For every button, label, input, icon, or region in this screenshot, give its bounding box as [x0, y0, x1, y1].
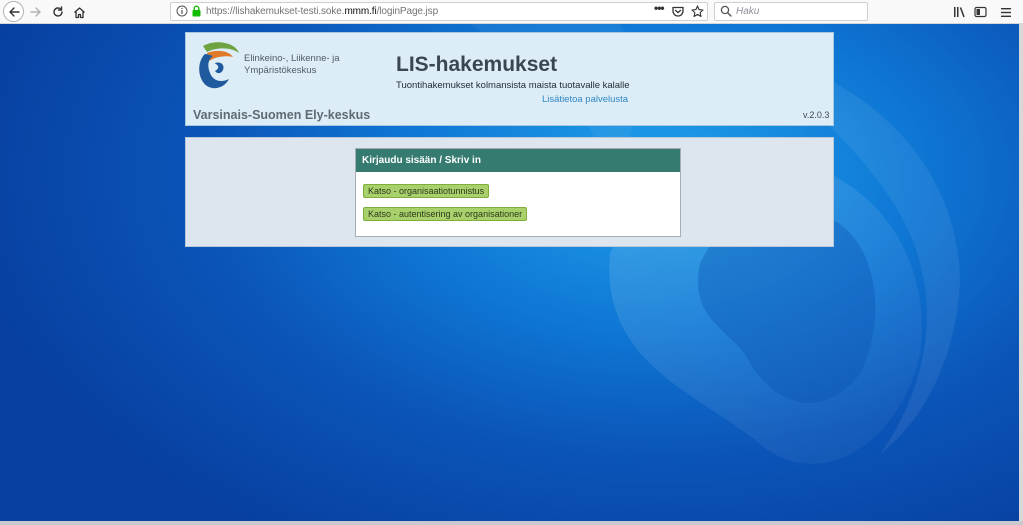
page-title: LIS-hakemukset [396, 53, 558, 76]
login-title: Kirjaudu sisään / Skriv in [356, 149, 680, 172]
content-panel: Kirjaudu sisään / Skriv in Katso - organ… [185, 137, 834, 247]
window-bottom-edge [0, 521, 1023, 525]
logo-text: Elinkeino-, Liikenne- ja Ympäristökeskus [244, 53, 340, 76]
version-label: v.2.0.3 [803, 110, 830, 120]
ely-centre-name: Varsinais-Suomen Ely-keskus [193, 108, 371, 122]
lock-icon [192, 5, 201, 17]
search-icon [720, 5, 732, 17]
back-icon [8, 6, 20, 17]
reload-button[interactable] [48, 2, 68, 22]
page-background: Elinkeino-, Liikenne- ja Ympäristökeskus… [0, 24, 1023, 525]
back-button[interactable] [3, 1, 24, 22]
url-text: https://lishakemukset-testi.soke.mmm.fi/… [206, 6, 439, 17]
home-icon [73, 6, 85, 18]
scrollbar-edge [1019, 24, 1023, 525]
sidebar-icon [973, 6, 987, 18]
library-icon [954, 7, 965, 18]
search-bar[interactable]: Haku [714, 2, 868, 21]
more-info-link[interactable]: Lisätietoa palvelusta [542, 94, 628, 105]
url-bar[interactable]: https://lishakemukset-testi.soke.mmm.fi/… [170, 1, 708, 21]
forward-icon [30, 7, 41, 17]
sidebar-button[interactable] [970, 2, 990, 22]
menu-button[interactable] [996, 2, 1016, 22]
reload-icon [53, 6, 63, 17]
search-input[interactable]: Haku [736, 6, 759, 17]
page-subtitle: Tuontihakemukset kolmansista maista tuot… [396, 80, 630, 91]
organisation-authentication-button[interactable]: Katso - autentisering av organisationer [363, 207, 528, 221]
info-icon[interactable] [176, 5, 188, 17]
header-panel: Elinkeino-, Liikenne- ja Ympäristökeskus… [185, 32, 834, 126]
ely-logo-icon [199, 42, 239, 89]
page-actions-button[interactable]: ••• [654, 1, 665, 15]
browser-toolbar: https://lishakemukset-testi.soke.mmm.fi/… [0, 0, 1023, 24]
forward-button[interactable] [26, 2, 46, 22]
organisation-id-login-button[interactable]: Katso - organisaatiotunnistus [363, 184, 490, 198]
library-button[interactable] [950, 2, 970, 22]
pocket-icon[interactable] [672, 6, 684, 17]
menu-icon [1001, 7, 1011, 17]
bookmark-star-icon[interactable] [691, 5, 704, 18]
login-box: Kirjaudu sisään / Skriv in Katso - organ… [355, 148, 681, 237]
home-button[interactable] [69, 2, 89, 22]
